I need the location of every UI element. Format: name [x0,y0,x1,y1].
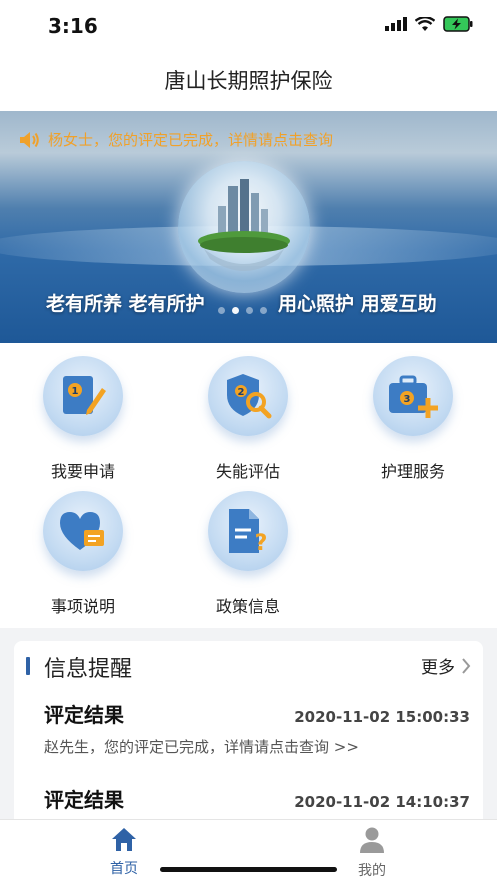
service-apply-icon-wrap[interactable]: 1 [43,356,123,436]
notice-item[interactable]: 评定结果 2020-11-02 15:00:33 赵先生，您的评定已完成，详情请… [44,699,470,757]
service-care[interactable]: 3 护理服务 [348,356,478,482]
section-accent-bar [26,657,30,675]
carousel-dot[interactable] [260,307,267,314]
service-care-label: 护理服务 [380,462,445,481]
signal-icon [385,17,407,31]
banner-slogan-right: 用心照护 用爱互助 [278,293,437,315]
service-policy[interactable]: ? 政策信息 [183,491,313,617]
tab-mine-label: 我的 [358,863,386,879]
notice-card-header: 信息提醒 更多 [14,651,483,682]
notice-card: 信息提醒 更多 评定结果 2020-11-02 15:00:33 赵先生，您的评… [14,641,483,831]
notice-item-body: 赵先生，您的评定已完成，详情请点击查询 >> [44,738,359,756]
more-label: 更多 [421,658,455,678]
chevron-right-icon [462,657,471,674]
globe-illustration [178,161,310,293]
speaker-icon [20,131,39,148]
service-care-icon-wrap[interactable]: 3 [373,356,453,436]
banner-notice-text: 杨女士，您的评定已完成，详情请点击查询 [48,131,334,149]
tab-mine[interactable]: 我的 [332,826,412,880]
status-time: 3:16 [48,14,98,38]
banner-carousel[interactable]: 杨女士，您的评定已完成，详情请点击查询 老有所养 老有所护 用心照护 用爱互助 [0,111,497,343]
city-in-globe-icon [198,179,290,271]
service-grid: 1 我要申请 2 失能评估 3 护理服务 事项说明 ? 政策信息 [0,343,497,628]
page-title: 唐山长期照护保险 [164,69,333,93]
heart-message-icon [60,512,104,550]
tab-home-label: 首页 [110,861,138,877]
svg-text:1: 1 [72,386,79,397]
status-icons [385,16,473,32]
user-icon [360,827,384,853]
service-assessment[interactable]: 2 失能评估 [183,356,313,482]
service-policy-label: 政策信息 [215,597,280,616]
battery-charging-icon [443,16,473,32]
policy-document-icon: ? [229,509,268,556]
service-assessment-icon-wrap[interactable]: 2 [208,356,288,436]
status-bar: 3:16 [0,0,497,54]
notice-item-title: 评定结果 [44,788,124,812]
notice-section-title: 信息提醒 [44,657,133,682]
service-policy-icon-wrap[interactable]: ? [208,491,288,571]
care-kit-icon: 3 [389,375,438,418]
navigation-bar: 唐山长期照护保险 [0,54,497,111]
tab-bar: 首页 我的 [0,819,497,883]
carousel-indicator [218,307,267,314]
assessment-shield-icon: 2 [227,374,272,419]
wifi-icon [415,16,435,31]
banner-slogan-left: 老有所养 老有所护 [46,293,205,315]
carousel-dot[interactable] [246,307,253,314]
carousel-dot-active[interactable] [232,307,239,314]
svg-text:3: 3 [404,394,411,405]
tab-home[interactable]: 首页 [84,826,164,878]
notice-item-time: 2020-11-02 15:00:33 [294,708,470,726]
notice-item-time: 2020-11-02 14:10:37 [294,793,470,811]
service-instructions-label: 事项说明 [50,597,115,616]
svg-text:?: ? [255,531,268,556]
home-indicator[interactable] [160,867,337,872]
banner-notice[interactable]: 杨女士，您的评定已完成，详情请点击查询 [18,129,333,150]
apply-document-icon: 1 [63,376,106,415]
service-instructions[interactable]: 事项说明 [18,491,148,617]
service-instructions-icon-wrap[interactable] [43,491,123,571]
more-link[interactable]: 更多 [421,653,471,678]
service-apply-label: 我要申请 [50,462,115,481]
notice-item-title: 评定结果 [44,703,124,727]
svg-text:2: 2 [238,387,245,398]
service-apply[interactable]: 1 我要申请 [18,356,148,482]
service-assessment-label: 失能评估 [215,462,280,481]
notice-item[interactable]: 评定结果 2020-11-02 14:10:37 [44,784,470,813]
home-icon [112,828,136,851]
carousel-dot[interactable] [218,307,225,314]
